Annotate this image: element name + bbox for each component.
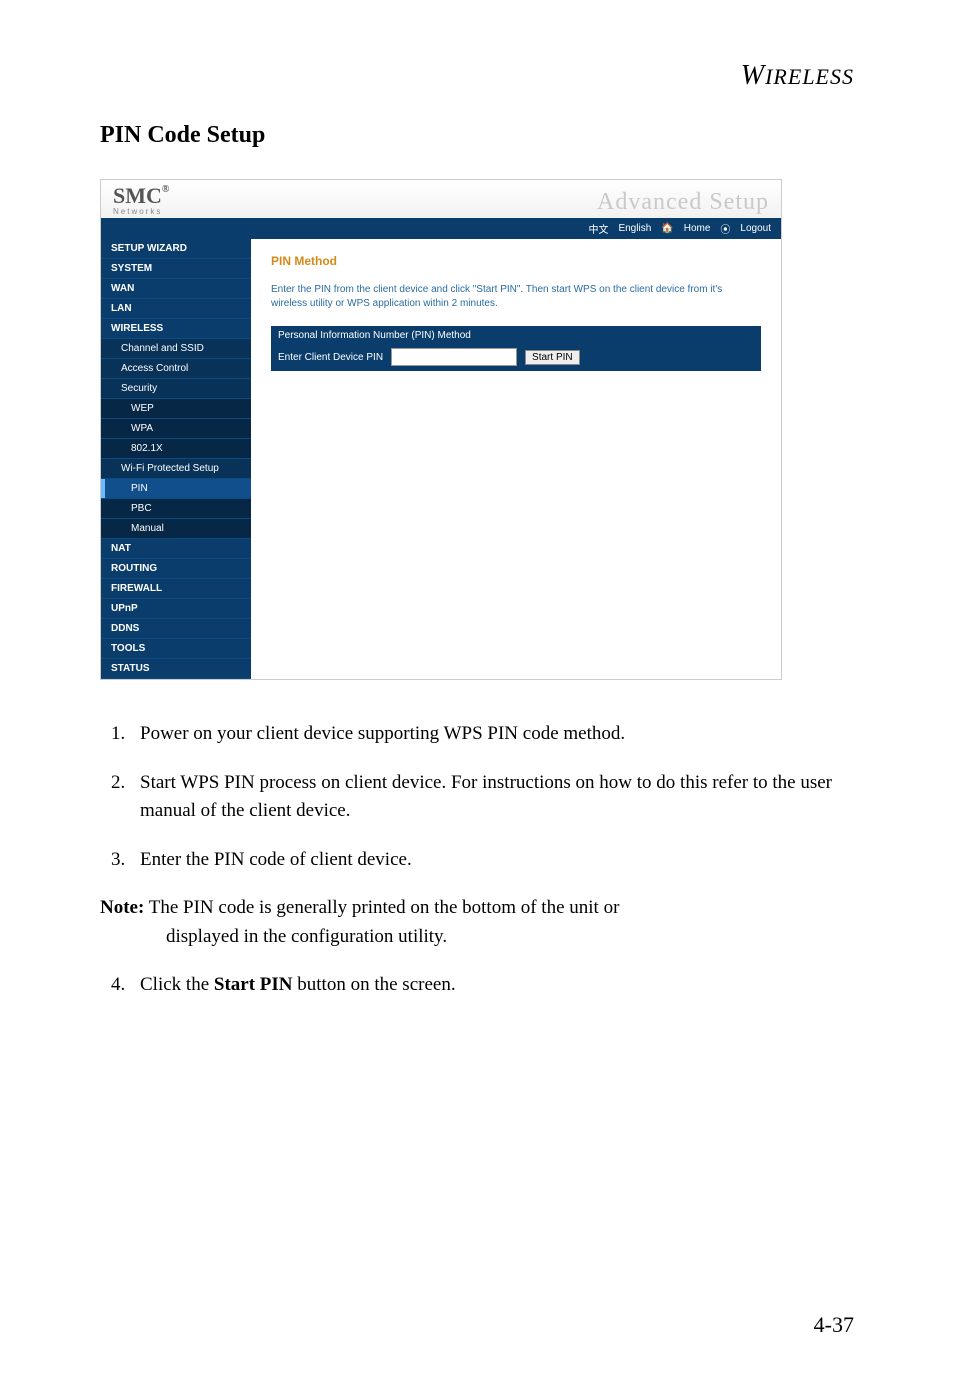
step4-pre: Click the (140, 974, 214, 995)
sidebar-item-access-control[interactable]: Access Control (101, 359, 251, 379)
steps-list-cont: Click the Start PIN button on the screen… (100, 971, 854, 1000)
pin-box-header: Personal Information Number (PIN) Method (272, 327, 760, 344)
home-link[interactable]: Home (684, 223, 711, 234)
sidebar-item-wi-fi-protected-setup[interactable]: Wi-Fi Protected Setup (101, 459, 251, 479)
top-bar: 中文 English 🏠 Home ⦿ Logout (101, 218, 781, 239)
sidebar-nav: SETUP WIZARDSYSTEMWANLANWIRELESSChannel … (101, 239, 251, 679)
step-4: Click the Start PIN button on the screen… (130, 971, 854, 1000)
pin-field-label: Enter Client Device PIN (278, 352, 383, 363)
sidebar-item-lan[interactable]: LAN (101, 299, 251, 319)
logout-icon: ⦿ (720, 221, 730, 236)
note-block: Note: The PIN code is generally printed … (100, 894, 854, 951)
logo-subtext: Networks (113, 207, 169, 216)
logo-reg: ® (162, 184, 169, 195)
sidebar-item-ddns[interactable]: DDNS (101, 619, 251, 639)
step4-post: button on the screen. (293, 974, 456, 995)
sidebar-item-pbc[interactable]: PBC (101, 499, 251, 519)
lang-chinese-link[interactable]: 中文 (588, 221, 608, 236)
sidebar-item-pin[interactable]: PIN (101, 479, 251, 499)
pin-method-box: Personal Information Number (PIN) Method… (271, 326, 761, 371)
running-header-rest: IRELESS (765, 64, 854, 89)
page-number: 4-37 (814, 1312, 854, 1338)
sidebar-item-firewall[interactable]: FIREWALL (101, 579, 251, 599)
step-1: Power on your client device supporting W… (130, 720, 854, 749)
content-pane: PIN Method Enter the PIN from the client… (251, 239, 781, 679)
step4-bold: Start PIN (214, 974, 293, 995)
pin-method-desc: Enter the PIN from the client device and… (271, 283, 761, 311)
start-pin-button[interactable]: Start PIN (525, 350, 580, 365)
section-title: PIN Code Setup (100, 122, 854, 149)
sidebar-item-security[interactable]: Security (101, 379, 251, 399)
logo-main: SMC (113, 183, 162, 208)
sidebar-item-status[interactable]: STATUS (101, 659, 251, 679)
document-body: Power on your client device supporting W… (100, 720, 854, 1000)
running-header-cap: W (741, 60, 765, 91)
sidebar-item-802-1x[interactable]: 802.1X (101, 439, 251, 459)
sidebar-item-manual[interactable]: Manual (101, 519, 251, 539)
step-3: Enter the PIN code of client device. (130, 846, 854, 875)
pin-box-body: Enter Client Device PIN Start PIN (272, 344, 760, 370)
screenshot-body: SETUP WIZARDSYSTEMWANLANWIRELESSChannel … (101, 239, 781, 679)
sidebar-item-system[interactable]: SYSTEM (101, 259, 251, 279)
sidebar-item-upnp[interactable]: UPnP (101, 599, 251, 619)
sidebar-item-routing[interactable]: ROUTING (101, 559, 251, 579)
screenshot-header: SMC® Networks Advanced Setup (101, 180, 781, 218)
logo-text: SMC® (113, 185, 169, 207)
sidebar-item-wireless[interactable]: WIRELESS (101, 319, 251, 339)
lang-english-link[interactable]: English (618, 223, 651, 234)
sidebar-item-nat[interactable]: NAT (101, 539, 251, 559)
client-pin-input[interactable] (391, 348, 517, 366)
note-label: Note: (100, 897, 144, 918)
note-line2: displayed in the configuration utility. (166, 923, 854, 952)
pin-method-title: PIN Method (271, 254, 761, 268)
logout-link[interactable]: Logout (740, 223, 771, 234)
running-header: WIRELESS (100, 60, 854, 92)
logo-block: SMC® Networks (113, 185, 169, 216)
steps-list: Power on your client device supporting W… (100, 720, 854, 874)
sidebar-item-tools[interactable]: TOOLS (101, 639, 251, 659)
step-2: Start WPS PIN process on client device. … (130, 769, 854, 826)
sidebar-item-wep[interactable]: WEP (101, 399, 251, 419)
router-screenshot: SMC® Networks Advanced Setup 中文 English … (100, 179, 782, 680)
note-line1: The PIN code is generally printed on the… (149, 897, 620, 918)
sidebar-item-channel-and-ssid[interactable]: Channel and SSID (101, 339, 251, 359)
brand-right: Advanced Setup (597, 189, 769, 216)
sidebar-item-wpa[interactable]: WPA (101, 419, 251, 439)
sidebar-item-setup-wizard[interactable]: SETUP WIZARD (101, 239, 251, 259)
sidebar-item-wan[interactable]: WAN (101, 279, 251, 299)
home-icon: 🏠 (661, 223, 673, 234)
